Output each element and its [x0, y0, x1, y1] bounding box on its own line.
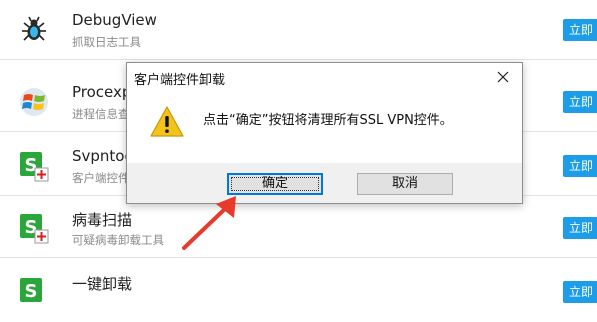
- list-item: S 病毒扫描 可疑病毒卸载工具 立即: [0, 198, 597, 258]
- item-title: Procexp: [72, 83, 132, 101]
- windows-logo-icon: [18, 86, 50, 118]
- install-button[interactable]: 立即: [563, 19, 597, 41]
- install-button[interactable]: 立即: [563, 281, 597, 303]
- list-item: S 一键卸载 立即: [0, 262, 597, 322]
- dialog-titlebar: 客户端控件卸载: [127, 63, 522, 91]
- install-button[interactable]: 立即: [563, 91, 597, 113]
- dialog-body: 点击“确定”按钮将清理所有SSL VPN控件。: [127, 91, 522, 163]
- cancel-button[interactable]: 取消: [357, 173, 453, 195]
- item-title: DebugView: [72, 11, 157, 29]
- install-button[interactable]: 立即: [563, 155, 597, 177]
- focus-ring: [231, 177, 319, 191]
- list-item: DebugView 抓取日志工具 立即: [0, 0, 597, 60]
- sangfor-s-plus-icon: S: [18, 150, 50, 182]
- item-title: 病毒扫描: [72, 211, 133, 229]
- cancel-button-label: 取消: [391, 176, 418, 191]
- install-button[interactable]: 立即: [563, 217, 597, 239]
- red-arrow-icon: [176, 190, 246, 260]
- svg-text:S: S: [25, 281, 38, 302]
- warning-icon: [149, 104, 185, 140]
- sangfor-s-plus-icon: S: [18, 276, 50, 308]
- uninstall-dialog: 客户端控件卸载 点击“确定”按钮将清理所有SSL VPN控件。 确定 取消: [126, 62, 523, 204]
- debugview-bug-icon: [18, 14, 50, 46]
- sangfor-s-plus-icon: S: [18, 212, 50, 244]
- dialog-title: 客户端控件卸载: [134, 73, 226, 88]
- dialog-message: 点击“确定”按钮将清理所有SSL VPN控件。: [203, 113, 453, 128]
- divider: [0, 257, 597, 258]
- close-icon[interactable]: [494, 68, 512, 86]
- item-subtitle: 可疑病毒卸载工具: [72, 233, 164, 247]
- item-subtitle: 进程信息查: [72, 107, 130, 121]
- divider: [0, 59, 597, 60]
- item-title: 一键卸载: [72, 275, 133, 293]
- item-subtitle: 客户端控件: [72, 171, 130, 185]
- item-subtitle: 抓取日志工具: [72, 35, 141, 49]
